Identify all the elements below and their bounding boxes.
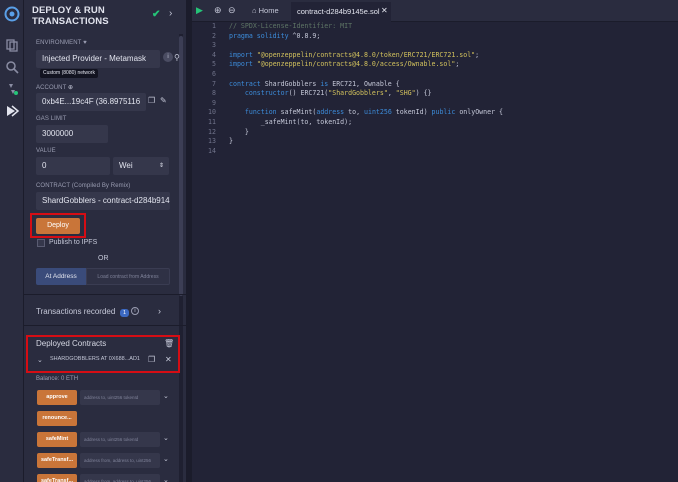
code-line[interactable]: pragma solidity ^0.8.9;	[229, 32, 320, 42]
home-icon: ⌂	[252, 6, 257, 15]
tab-contract-file[interactable]: contract-d284b9145e.sol	[291, 2, 391, 22]
solidity-compiler-icon[interactable]	[4, 81, 20, 97]
icon-rail	[0, 0, 24, 482]
line-number: 6	[212, 70, 216, 78]
line-number: 3	[212, 41, 216, 50]
contract-select[interactable]: ShardGobblers - contract-d284b9145	[36, 192, 170, 210]
code-line[interactable]: import "@openzeppelin/contracts@4.8.0/to…	[229, 51, 479, 61]
section-divider	[24, 325, 186, 326]
line-number: 7	[212, 79, 216, 88]
value-label: VALUE	[36, 148, 56, 154]
transactions-recorded-label[interactable]: Transactions recorded	[36, 307, 115, 316]
line-number: 4	[212, 50, 216, 59]
line-number: 8	[212, 89, 216, 98]
gas-limit-label: GAS LIMIT	[36, 116, 67, 122]
network-chip: Custom (8080) network	[40, 69, 98, 78]
copy-icon[interactable]: ❐	[148, 96, 155, 105]
function-button-safemint[interactable]: safeMint	[37, 432, 77, 447]
heart-icon: ♥	[83, 40, 87, 46]
function-button-renounce[interactable]: renounce...	[37, 411, 77, 426]
load-contract-input[interactable]: Load contract from Address	[86, 268, 170, 285]
function-args-input[interactable]: address to, uint256 tokenId	[80, 432, 160, 447]
plus-icon[interactable]: ⊕	[68, 85, 73, 91]
line-number: 2	[212, 31, 216, 40]
account-select[interactable]: 0xb4E...19c4F (36.8975116	[36, 93, 146, 111]
line-number: 10	[208, 108, 216, 117]
publish-ipfs-checkbox[interactable]	[37, 239, 45, 247]
function-button-approve[interactable]: approve	[37, 390, 77, 405]
chevron-down-icon[interactable]: ⌄	[163, 392, 169, 400]
code-line[interactable]: constructor() ERC721("ShardGobblers", "S…	[229, 89, 432, 99]
function-args-input[interactable]: address from, address to, uint256	[80, 453, 160, 468]
close-icon[interactable]: ✕	[381, 6, 388, 15]
code-line[interactable]: contract ShardGobblers is ERC721, Ownabl…	[229, 80, 400, 90]
contract-label: CONTRACT (Compiled By Remix)	[36, 183, 131, 189]
info-icon[interactable]: i	[163, 52, 173, 62]
line-number: 1	[212, 22, 216, 30]
value-input[interactable]: 0	[36, 157, 110, 175]
tab-home[interactable]: ⌂ Home	[246, 0, 285, 22]
line-number: 12	[208, 127, 216, 136]
section-divider	[24, 294, 186, 295]
deploy-highlight-box	[30, 213, 86, 238]
at-address-button[interactable]: At Address	[36, 268, 86, 285]
line-number: 13	[208, 137, 216, 146]
check-icon: ✔	[152, 9, 161, 20]
or-label: OR	[98, 255, 109, 262]
zoom-in-icon[interactable]: ⊕	[214, 5, 222, 16]
search-icon[interactable]	[4, 59, 20, 75]
environment-label: ENVIRONMENT ♥	[36, 40, 87, 46]
line-number: 9	[212, 98, 216, 107]
updown-icon: ⇕	[159, 163, 165, 169]
remix-logo-icon[interactable]	[4, 6, 20, 22]
code-line[interactable]: function safeMint(address to, uint256 to…	[229, 108, 503, 118]
code-line[interactable]: // SPDX-License-Identifier: MIT	[229, 22, 352, 32]
function-button-safetransfer[interactable]: safeTransf...	[37, 453, 77, 468]
zoom-out-icon[interactable]: ⊖	[228, 5, 236, 16]
info-icon[interactable]: i	[131, 307, 139, 315]
chevron-down-icon[interactable]: ⌄	[163, 476, 169, 482]
chevron-down-icon[interactable]: ⌄	[163, 434, 169, 442]
function-args-input[interactable]: address to, uint256 tokenId	[80, 390, 160, 405]
gas-limit-input[interactable]: 3000000	[36, 125, 108, 143]
code-line[interactable]: _safeMint(to, tokenId);	[229, 118, 352, 128]
chevron-right-icon[interactable]: ›	[169, 8, 172, 19]
value-unit-select[interactable]: Wei ⇕	[113, 157, 169, 175]
panel-title: DEPLOY & RUN TRANSACTIONS	[32, 5, 109, 27]
edit-icon[interactable]: ✎	[160, 96, 167, 105]
line-number: 14	[208, 146, 216, 155]
code-line[interactable]: }	[229, 128, 249, 138]
deployed-contracts-highlight-box	[26, 335, 180, 373]
chevron-right-icon[interactable]: ›	[158, 306, 161, 316]
transactions-count-badge: 1	[120, 309, 129, 317]
line-number: 5	[212, 60, 216, 69]
run-icon[interactable]: ▶	[196, 5, 203, 16]
code-line[interactable]: }	[229, 137, 233, 147]
plug-icon[interactable]: ⚲	[174, 53, 180, 62]
environment-select[interactable]: Injected Provider - Metamask	[36, 50, 160, 68]
line-number: 11	[208, 118, 216, 126]
chevron-down-icon[interactable]: ⌄	[163, 455, 169, 463]
function-button-safetransfer[interactable]: safeTransf...	[37, 474, 77, 482]
function-args-input[interactable]: address from, address to, uint256	[80, 474, 160, 482]
code-editor[interactable]: 1 2 3 4 5 6 7 8 9 10 11 12 13 14 // SPDX-License-Iden…	[192, 22, 678, 482]
balance-label: Balance: 0 ETH	[36, 376, 79, 382]
deploy-run-icon[interactable]	[4, 103, 20, 119]
panel-scrollbar-thumb[interactable]	[179, 36, 183, 296]
code-line[interactable]: import "@openzeppelin/contracts@4.8.0/ac…	[229, 60, 459, 70]
publish-ipfs-label: Publish to IPFS	[49, 239, 98, 246]
file-explorer-icon[interactable]	[4, 37, 20, 53]
account-label: ACCOUNT ⊕	[36, 85, 74, 91]
